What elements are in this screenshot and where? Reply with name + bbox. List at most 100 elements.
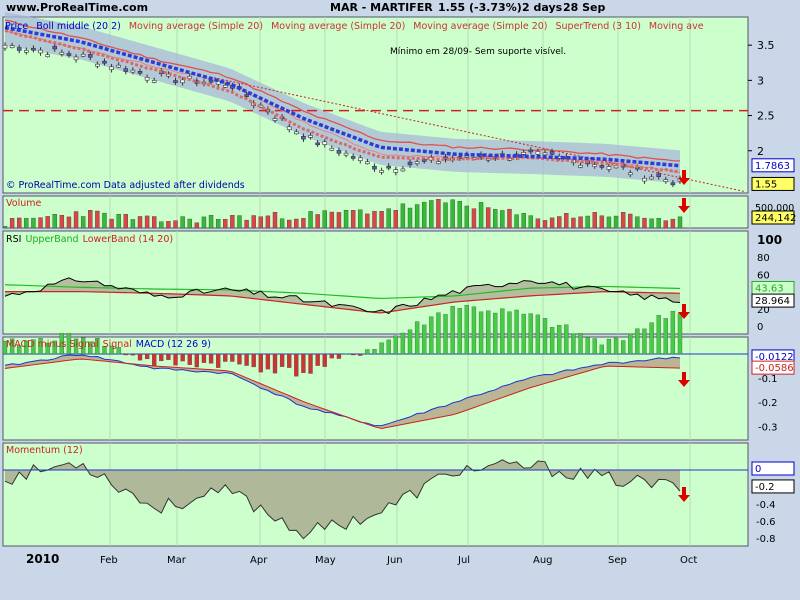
candle xyxy=(578,165,583,168)
candle xyxy=(627,172,633,176)
macd-histogram-bar xyxy=(152,353,157,366)
rsi-upper-box: 43.63 xyxy=(751,280,795,295)
candle xyxy=(528,149,534,153)
volume-bar xyxy=(635,216,640,229)
macd-histogram-bar xyxy=(223,353,228,362)
price-change: 1.55 (-3.73%) xyxy=(438,1,522,14)
volume-bar xyxy=(215,219,221,229)
rsi-legend: RSI UpperBand LowerBand (14 20) xyxy=(6,234,173,245)
candle xyxy=(343,152,349,156)
volume-bar xyxy=(372,210,377,229)
volume-bar xyxy=(272,211,278,229)
volume-bar xyxy=(187,218,192,229)
candle xyxy=(372,165,377,170)
macd-histogram-bar xyxy=(507,311,512,355)
macd-histogram-bar xyxy=(393,335,398,355)
candle xyxy=(180,79,185,84)
candle xyxy=(421,159,427,162)
macd-histogram-bar xyxy=(670,311,676,355)
volume-bar xyxy=(571,217,576,229)
macd-histogram-bar xyxy=(308,353,313,374)
legend-entry: Price xyxy=(5,21,28,32)
volume-bar xyxy=(599,215,605,229)
macd-histogram-bar xyxy=(621,340,626,355)
candle xyxy=(308,135,313,138)
volume-bar xyxy=(329,211,335,229)
price-y-tick-label: 2.5 xyxy=(757,110,775,123)
volume-bar xyxy=(436,199,441,229)
volume-bar xyxy=(31,217,36,229)
candle xyxy=(322,141,328,145)
signal-box: -0.0586 xyxy=(751,360,795,375)
volume-bar xyxy=(130,219,136,229)
macd-histogram-bar xyxy=(464,304,469,355)
volume-bar xyxy=(514,214,519,229)
candle xyxy=(73,56,79,61)
macd-histogram-bar xyxy=(606,338,612,355)
legend-entry: SuperTrend (3 10) xyxy=(556,21,641,32)
macd-histogram-bar xyxy=(628,333,633,355)
volume-bar xyxy=(194,222,200,229)
price-boll-box-text: 1.7863 xyxy=(755,161,790,172)
candle xyxy=(365,161,370,165)
macd-histogram-bar xyxy=(414,321,420,355)
macd-histogram-bar xyxy=(429,316,434,355)
volume-bar xyxy=(95,210,100,229)
price-legend: Price Boll middle (20 2) Moving average (S… xyxy=(5,21,704,32)
volume-bar xyxy=(393,210,398,229)
candle xyxy=(656,173,661,178)
volume-bar xyxy=(244,219,249,229)
volume-bar xyxy=(400,203,406,229)
macd-histogram-bar xyxy=(656,315,661,355)
macd-histogram-bar xyxy=(343,353,349,355)
macd-histogram-bar xyxy=(443,314,448,355)
volume-bar xyxy=(422,201,427,229)
price-last-box-text: 1.55 xyxy=(755,179,777,190)
volume-box: 244,142 xyxy=(751,210,796,225)
legend-entry: Moving ave xyxy=(649,21,704,32)
volume-bar xyxy=(38,217,43,229)
volume-bar xyxy=(45,216,50,229)
macd-histogram-bar xyxy=(329,353,334,359)
rsi-value-box-text: 28.964 xyxy=(755,296,790,307)
candle xyxy=(599,165,605,168)
macd-histogram-bar xyxy=(230,353,235,362)
volume-bar xyxy=(159,221,164,229)
down-arrow-icon xyxy=(682,198,686,207)
macd-histogram-bar xyxy=(351,353,356,356)
period: 2 days xyxy=(522,1,563,14)
volume-bar xyxy=(358,209,363,229)
macd-histogram-bar xyxy=(301,353,306,373)
volume-bar xyxy=(379,211,384,229)
candle xyxy=(407,161,413,166)
volume-bar xyxy=(73,211,79,229)
rsi-value-box: 28.964 xyxy=(751,293,795,308)
candle xyxy=(24,50,29,53)
legend-entry: LowerBand (14 20) xyxy=(83,234,173,245)
macd-histogram-bar xyxy=(123,353,128,356)
macd-histogram-bar xyxy=(237,353,242,365)
candle xyxy=(95,63,100,67)
macd-histogram-bar xyxy=(493,312,498,355)
candle xyxy=(109,66,114,70)
candle xyxy=(336,150,342,154)
site-name[interactable]: www.ProRealTime.com xyxy=(6,1,148,14)
candle xyxy=(286,126,292,130)
macd-histogram-bar xyxy=(216,353,221,368)
candle xyxy=(45,54,50,58)
volume-bar xyxy=(521,213,526,229)
volume-bar xyxy=(642,217,647,229)
volume-bar xyxy=(308,211,313,229)
candle xyxy=(31,47,36,51)
macd-histogram-bar xyxy=(564,324,569,355)
candle xyxy=(670,182,676,186)
volume-bar xyxy=(66,216,72,229)
candle xyxy=(80,53,86,57)
volume-bar xyxy=(201,216,207,229)
volume-bar xyxy=(350,210,356,229)
legend-entry: Moving average (Simple 20) xyxy=(413,21,547,32)
macd-histogram-bar xyxy=(649,322,654,355)
volume-bar xyxy=(620,212,626,229)
volume-bar xyxy=(493,209,498,229)
price-y-tick-label: 3 xyxy=(757,74,764,87)
